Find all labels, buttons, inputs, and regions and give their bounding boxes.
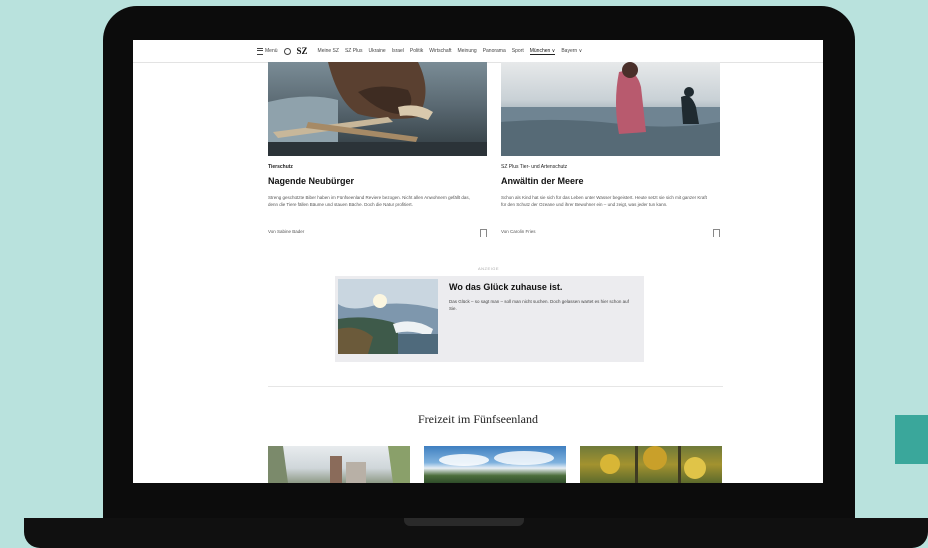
card-title[interactable]: Nagende Neubürger <box>268 176 354 186</box>
nav-link[interactable]: Ukraine <box>368 48 385 55</box>
browser-screen: Menü SZ Meine SZ SZ Plus Ukraine Israel … <box>133 40 823 483</box>
ad-image <box>338 279 438 354</box>
nav-link[interactable]: SZ Plus <box>345 48 363 55</box>
card-kicker: Tierschutz <box>268 164 293 170</box>
menu-label: Menü <box>265 48 278 54</box>
nav-link[interactable]: Meinung <box>458 48 477 55</box>
nav-link-active[interactable]: München ∨ <box>529 48 556 55</box>
ocean-image[interactable] <box>501 62 720 156</box>
ad-text: Das Glück – so sagt man – soll man nicht… <box>449 299 629 311</box>
bookmark-icon[interactable] <box>713 229 720 237</box>
card-teaser: Schon als Kind hat sie sich für das Lebe… <box>501 195 707 207</box>
ad-label: ANZEIGE <box>478 266 500 271</box>
leisure-thumbnail[interactable] <box>268 446 410 483</box>
search-icon[interactable] <box>283 47 291 55</box>
nav-link[interactable]: Panorama <box>483 48 506 55</box>
nav-link[interactable]: Wirtschaft <box>429 48 451 55</box>
menu-button[interactable]: Menü <box>257 47 278 55</box>
section-title[interactable]: Freizeit im Fünfseenland <box>133 412 823 427</box>
leisure-thumbnail[interactable] <box>580 446 722 483</box>
decorative-square <box>895 415 928 464</box>
ad-headline: Wo das Glück zuhause ist. <box>449 282 563 292</box>
card-author: Von Sabine Bader <box>268 229 305 234</box>
advertisement[interactable]: Wo das Glück zuhause ist. Das Glück – so… <box>335 276 644 362</box>
nav-link[interactable]: Politik <box>410 48 423 55</box>
card-teaser: Streng geschützte Biber haben im Fünfsee… <box>268 195 470 207</box>
beaver-image[interactable] <box>268 62 487 156</box>
nav-links: Meine SZ SZ Plus Ukraine Israel Politik … <box>318 48 582 55</box>
card-kicker: SZ Plus Tier- und Artenschutz <box>501 164 568 170</box>
card-title[interactable]: Anwältin der Meere <box>501 176 584 186</box>
card-author: Von Carolin Fries <box>501 229 536 234</box>
nav-link[interactable]: Meine SZ <box>318 48 339 55</box>
top-navigation: Menü SZ Meine SZ SZ Plus Ukraine Israel … <box>133 40 823 63</box>
bookmark-icon[interactable] <box>480 229 487 237</box>
hamburger-icon <box>257 47 263 55</box>
nav-link[interactable]: Bayern ∨ <box>561 48 582 55</box>
leisure-thumbnail[interactable] <box>424 446 566 483</box>
nav-link[interactable]: Israel <box>392 48 404 55</box>
nav-link[interactable]: Sport <box>512 48 524 55</box>
site-logo[interactable]: SZ <box>297 46 308 56</box>
section-divider <box>268 386 723 387</box>
laptop-notch <box>404 518 524 526</box>
